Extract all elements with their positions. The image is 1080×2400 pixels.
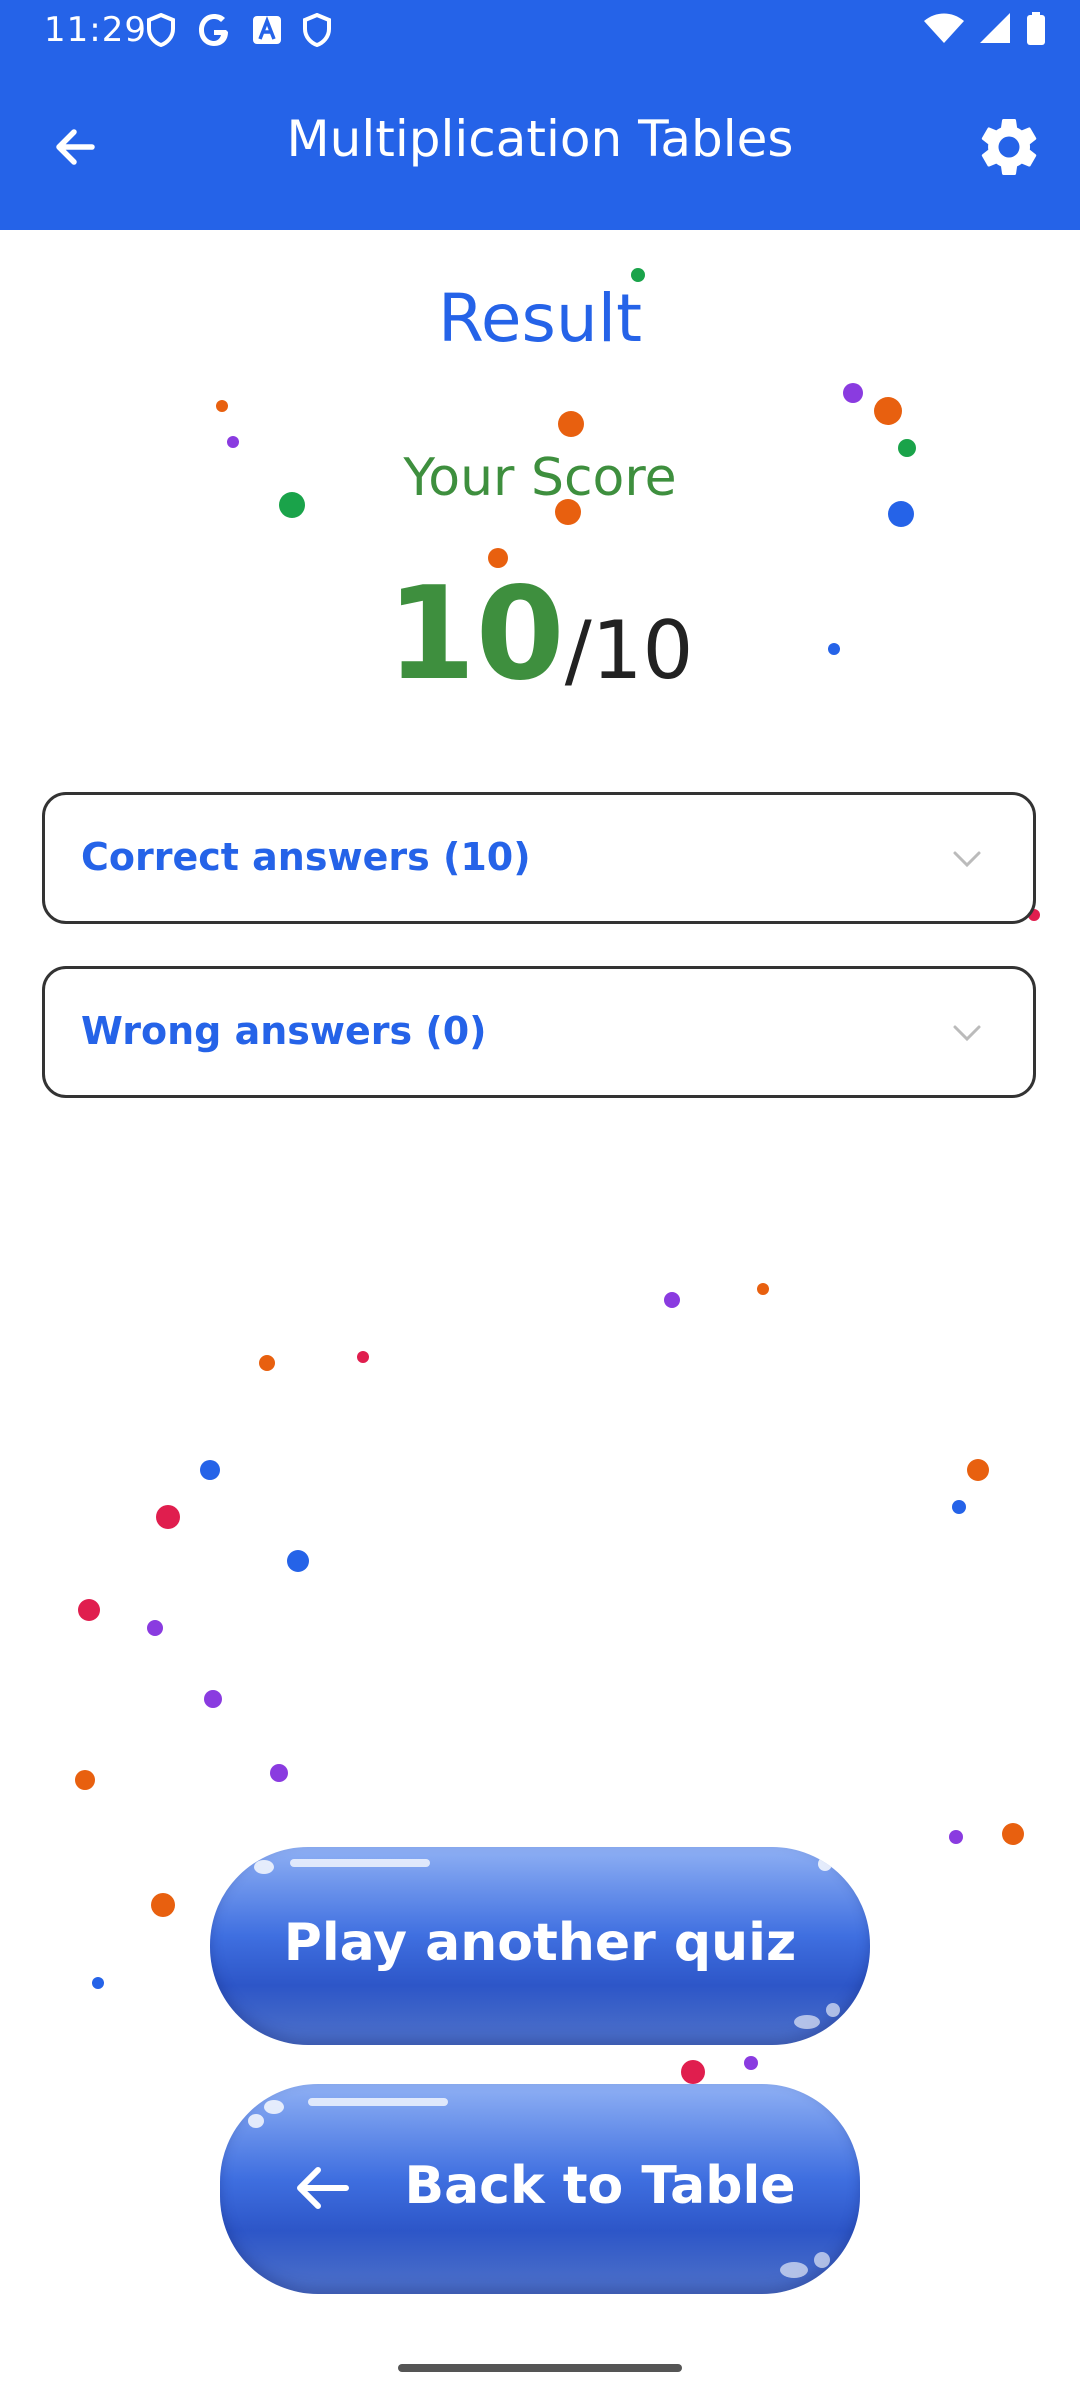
shield-icon <box>147 13 175 47</box>
gear-icon <box>981 118 1037 175</box>
button-highlight <box>254 1860 274 1874</box>
status-bar: 11:29 <box>0 0 1080 62</box>
button-highlight <box>826 2003 840 2017</box>
button-highlight <box>780 2262 808 2278</box>
shield-icon <box>303 13 331 47</box>
button-highlight <box>818 1857 832 1871</box>
status-icons-left <box>146 12 332 48</box>
button-shine <box>308 2098 448 2106</box>
chevron-down-icon <box>953 1025 981 1042</box>
correct-answers-accordion[interactable]: Correct answers (10) <box>42 792 1036 924</box>
wifi-icon <box>924 13 964 43</box>
battery-icon <box>1027 12 1045 45</box>
correct-answers-label: Correct answers (10) <box>81 835 531 879</box>
score-total: /10 <box>564 604 694 697</box>
button-highlight <box>248 2114 264 2128</box>
back-to-table-label: Back to Table <box>404 2156 796 2216</box>
back-to-table-button[interactable]: Back to Table <box>220 2084 860 2294</box>
score-display: 10/10 <box>0 560 1080 709</box>
wrong-answers-label: Wrong answers (0) <box>81 1009 487 1053</box>
your-score-label: Your Score <box>403 448 677 508</box>
home-indicator[interactable] <box>398 2364 682 2372</box>
score-value: 10 <box>386 560 565 709</box>
play-another-quiz-label: Play another quiz <box>283 1913 797 1973</box>
google-g-icon <box>199 14 228 46</box>
settings-button[interactable] <box>974 112 1044 182</box>
chevron-down-icon <box>953 851 981 868</box>
status-time: 11:29 <box>44 10 147 50</box>
status-icons-right <box>924 12 1046 46</box>
app-bar: 11:29 Multiplication Tables <box>0 0 1080 230</box>
button-highlight <box>264 2100 284 2114</box>
result-heading: Result <box>438 280 642 357</box>
button-shine <box>290 1859 430 1867</box>
button-highlight <box>814 2252 830 2268</box>
signal-icon <box>980 13 1010 43</box>
play-another-quiz-button[interactable]: Play another quiz <box>210 1847 870 2045</box>
button-highlight <box>794 2015 820 2029</box>
wrong-answers-accordion[interactable]: Wrong answers (0) <box>42 966 1036 1098</box>
app-a-icon <box>253 16 281 44</box>
page-title: Multiplication Tables <box>286 110 794 168</box>
